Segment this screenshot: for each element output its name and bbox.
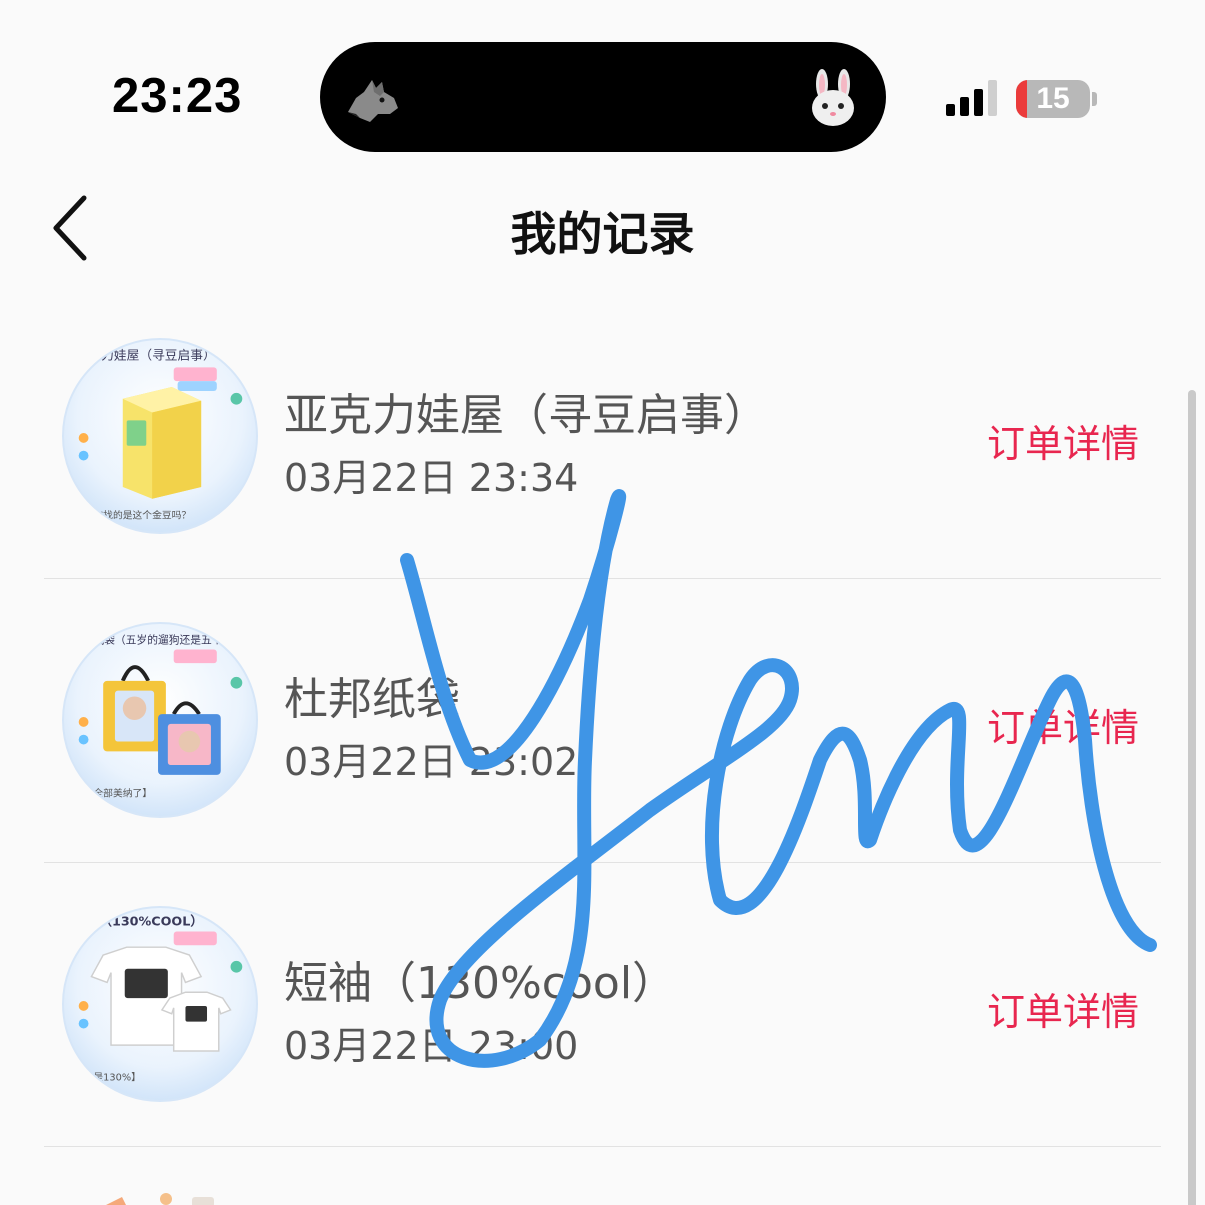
- item-date: 03月22日 23:34: [284, 456, 579, 500]
- records-list: 力娃屋（寻豆启事） 在找的是这个金豆吗？ 亚克力娃屋（寻豆启事） 03月22日 …: [0, 295, 1205, 1205]
- scrollbar[interactable]: [1188, 390, 1196, 1205]
- page-title: 我的记录: [510, 207, 695, 261]
- item-date: 03月22日 23:00: [284, 1024, 579, 1068]
- item-name: 亚克力娃屋（寻豆启事）: [284, 390, 768, 441]
- rabbit-icon: [812, 69, 854, 126]
- thumb-label: 纸袋（五岁的遛狗还是五个遛狗: [93, 634, 244, 647]
- product-thumbnail[interactable]: 纸袋（五岁的遛狗还是五个遛狗 全部美纳了】: [62, 622, 258, 818]
- item-name: 杜邦纸袋: [284, 674, 460, 725]
- product-thumbnail[interactable]: [92, 1187, 232, 1205]
- thumb-label: 力娃屋（寻豆启事）: [101, 349, 215, 364]
- signal-icon: [946, 80, 997, 116]
- order-details-link[interactable]: 订单详情: [987, 697, 1139, 752]
- order-details-link[interactable]: 订单详情: [987, 413, 1139, 468]
- svg-text:全部美纳了】: 全部美纳了】: [93, 786, 152, 799]
- order-details-link[interactable]: 订单详情: [987, 981, 1139, 1036]
- record-row[interactable]: 力娃屋（寻豆启事） 在找的是这个金豆吗？ 亚克力娃屋（寻豆启事） 03月22日 …: [0, 295, 1205, 579]
- screen: 23:23 15 我的记录 力娃屋（寻豆启事） 在找的是这个金豆吗？ 亚克力娃屋…: [0, 0, 1205, 1205]
- record-row[interactable]: 纸袋（五岁的遛狗还是五个遛狗 全部美纳了】 杜邦纸袋 03月22日 23:02 …: [0, 579, 1205, 863]
- wolf-icon: [348, 80, 398, 122]
- product-thumbnail[interactable]: （130%COOL） 是130%】: [62, 906, 258, 1102]
- product-thumbnail[interactable]: 力娃屋（寻豆启事） 在找的是这个金豆吗？: [62, 338, 258, 534]
- record-row-partial[interactable]: [0, 1147, 1205, 1205]
- svg-text:在找的是这个金豆吗？: 在找的是这个金豆吗？: [93, 508, 191, 521]
- record-row[interactable]: （130%COOL） 是130%】 短袖（130%cool） 03月22日 23…: [0, 863, 1205, 1147]
- battery-icon: 15: [1016, 80, 1098, 118]
- item-date: 03月22日 23:02: [284, 740, 579, 784]
- dynamic-island[interactable]: [320, 42, 886, 152]
- thumb-label: （130%COOL）: [99, 914, 203, 930]
- item-name: 短袖（130%cool）: [284, 958, 677, 1009]
- status-time: 23:23: [112, 69, 243, 123]
- svg-text:是130%】: 是130%】: [93, 1071, 141, 1083]
- battery-percent: 15: [1036, 82, 1070, 115]
